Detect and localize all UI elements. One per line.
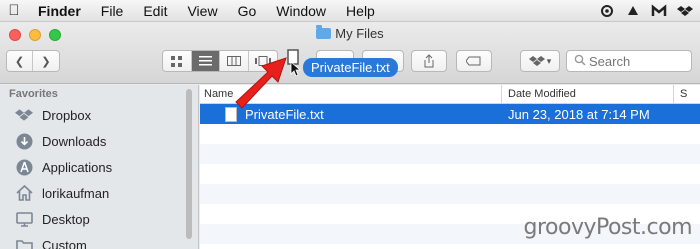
sidebar-item-desktop[interactable]: Desktop [14, 207, 90, 231]
sidebar-item-dropbox[interactable]: Dropbox [14, 103, 91, 127]
sidebar-item-lorikaufman[interactable]: lorikaufman [14, 181, 109, 205]
back-forward-buttons: ❮ ❯ [6, 50, 60, 72]
drag-label: PrivateFile.txt [303, 58, 398, 77]
dropbox-icon [14, 106, 34, 124]
download-icon [14, 132, 34, 150]
menu-help[interactable]: Help [336, 3, 385, 19]
sidebar-item-label: lorikaufman [42, 185, 110, 201]
desktop-icon [14, 210, 34, 228]
dropbox-tray-icon[interactable] [676, 2, 694, 20]
sidebar-section-favorites: Favorites [9, 88, 58, 100]
sidebar-item-label: Applications [42, 159, 113, 175]
sidebar-item-label: Custom [42, 237, 87, 249]
sync-tray-icon[interactable] [624, 2, 642, 20]
apple-icon[interactable]:  [0, 2, 28, 19]
annotation-arrow-icon [235, 57, 287, 109]
empty-row [200, 144, 700, 164]
sidebar-item-label: Downloads [42, 133, 107, 149]
menu-file[interactable]: File [91, 3, 134, 19]
sidebar-item-label: Desktop [42, 211, 90, 227]
back-button[interactable]: ❮ [7, 51, 33, 71]
empty-row [200, 124, 700, 144]
menu-bar:  Finder File Edit View Go Window Help [0, 0, 700, 22]
sidebar: Favorites Dropbox Downloads Applications… [0, 85, 199, 249]
icon-view-button[interactable] [163, 51, 192, 71]
search-field[interactable] [566, 50, 692, 72]
empty-row [200, 164, 700, 184]
sidebar-item-label: Dropbox [42, 107, 92, 123]
forward-button[interactable]: ❯ [33, 51, 59, 71]
malwarebytes-tray-icon[interactable] [650, 2, 668, 20]
menu-window[interactable]: Window [266, 3, 336, 19]
sidebar-scrollbar[interactable] [186, 89, 192, 239]
column-header-date-modified[interactable]: Date Modified [502, 85, 674, 103]
window-title: My Files [0, 25, 700, 41]
sidebar-item-downloads[interactable]: Downloads [14, 129, 106, 153]
folder-icon [316, 25, 332, 39]
empty-row [200, 184, 700, 204]
tags-button[interactable] [456, 50, 492, 72]
watermark: groovyPost.com [523, 215, 693, 240]
dropbox-button[interactable]: ▾ [520, 50, 560, 72]
folder-icon [14, 236, 34, 249]
list-view-button[interactable] [191, 51, 220, 71]
column-header-size[interactable]: S [674, 85, 700, 103]
home-icon [14, 184, 34, 202]
sidebar-item-applications[interactable]: Applications [14, 155, 112, 179]
sidebar-item-custom[interactable]: Custom [14, 233, 87, 249]
menu-view[interactable]: View [177, 3, 227, 19]
search-icon [574, 54, 586, 69]
search-input[interactable] [589, 53, 679, 69]
share-button[interactable] [411, 50, 447, 72]
file-date: Jun 23, 2018 at 7:14 PM [508, 106, 650, 122]
menu-go[interactable]: Go [228, 3, 267, 19]
applications-icon [14, 158, 34, 176]
menu-app-name[interactable]: Finder [28, 3, 91, 19]
gear-tray-icon[interactable] [598, 2, 616, 20]
menu-edit[interactable]: Edit [133, 3, 177, 19]
chevron-down-icon: ▾ [546, 55, 552, 66]
